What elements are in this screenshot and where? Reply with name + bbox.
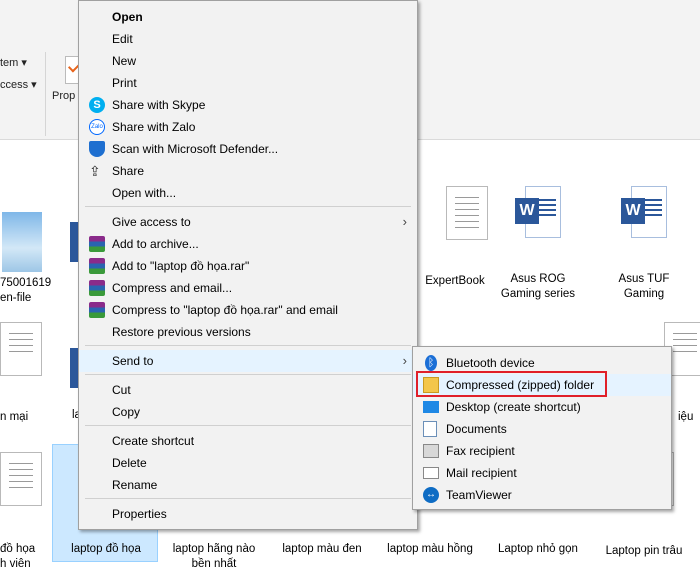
winrar-icon [89, 302, 105, 318]
file-name: Asus ROG [510, 273, 566, 285]
winrar-icon [89, 280, 105, 296]
highlight-annotation-box [416, 371, 607, 397]
menu-item-new[interactable]: New [79, 50, 417, 72]
submenu-arrow-icon: › [402, 214, 407, 229]
file-name: 75001619 [0, 277, 52, 289]
sendto-desktop[interactable]: Desktop (create shortcut) [413, 396, 671, 418]
menu-item-share-zalo[interactable]: Zalo Share with Zalo [79, 116, 417, 138]
image-thumbnail [2, 212, 42, 272]
file-name: iệu [678, 411, 694, 423]
menu-separator [85, 345, 411, 346]
mail-icon [423, 467, 439, 479]
file-item[interactable]: n mại [0, 322, 74, 425]
file-name: laptop đồ họa [71, 543, 141, 555]
menu-item-edit[interactable]: Edit [79, 28, 417, 50]
menu-separator [85, 374, 411, 375]
file-name-line2: Gaming [623, 288, 665, 300]
menu-item-scan-defender[interactable]: Scan with Microsoft Defender... [79, 138, 417, 160]
winrar-icon [89, 236, 105, 252]
document-icon [0, 322, 42, 376]
menu-item-rename[interactable]: Rename [79, 474, 417, 496]
menu-item-delete[interactable]: Delete [79, 452, 417, 474]
file-name: laptop hãng nào [172, 543, 256, 555]
file-name-line2: bền nhất [191, 558, 237, 570]
menu-item-add-archive[interactable]: Add to archive... [79, 233, 417, 255]
ribbon-item-partial[interactable]: tem ▾ [0, 56, 27, 69]
file-name: n mại [0, 411, 29, 423]
sendto-mail[interactable]: Mail recipient [413, 462, 671, 484]
file-name: Laptop pin trâu [605, 545, 683, 557]
file-item[interactable]: W Asus TUF Gaming [592, 186, 696, 302]
word-doc-icon: W [621, 186, 667, 238]
desktop-icon [423, 401, 439, 413]
menu-separator [85, 425, 411, 426]
defender-shield-icon [89, 141, 105, 157]
menu-separator [85, 498, 411, 499]
menu-item-print[interactable]: Print [79, 72, 417, 94]
teamviewer-icon: ↔ [423, 487, 439, 503]
fax-icon [423, 444, 439, 458]
menu-item-give-access[interactable]: Give access to › [79, 211, 417, 233]
menu-separator [85, 206, 411, 207]
bluetooth-icon: ᛒ [425, 355, 437, 371]
menu-item-open-with[interactable]: Open with... [79, 182, 417, 204]
menu-item-copy[interactable]: Copy [79, 401, 417, 423]
menu-item-properties[interactable]: Properties [79, 503, 417, 525]
file-name-line2: en-file [0, 292, 32, 304]
sendto-fax[interactable]: Fax recipient [413, 440, 671, 462]
menu-item-compress-email[interactable]: Compress and email... [79, 277, 417, 299]
share-icon: ⇪ [89, 163, 101, 179]
context-menu: Open Edit New Print S Share with Skype Z… [78, 0, 418, 530]
ribbon-access-partial[interactable]: ccess ▾ [0, 78, 37, 91]
menu-item-compress-rar-email[interactable]: Compress to "laptop đồ họa.rar" and emai… [79, 299, 417, 321]
menu-item-create-shortcut[interactable]: Create shortcut [79, 430, 417, 452]
menu-item-restore-versions[interactable]: Restore previous versions [79, 321, 417, 343]
menu-item-add-rar[interactable]: Add to "laptop đồ họa.rar" [79, 255, 417, 277]
sendto-teamviewer[interactable]: ↔ TeamViewer [413, 484, 671, 506]
document-icon [446, 186, 488, 240]
file-name: Asus TUF [618, 273, 670, 285]
winrar-icon [89, 258, 105, 274]
ribbon-divider [45, 52, 46, 136]
file-name: laptop màu đen [282, 543, 362, 555]
zalo-icon: Zalo [89, 119, 105, 135]
menu-item-share[interactable]: ⇪ Share [79, 160, 417, 182]
word-doc-icon: W [515, 186, 561, 238]
file-name: Laptop nhỏ gọn [498, 543, 578, 555]
sendto-documents[interactable]: Documents [413, 418, 671, 440]
file-name: laptop màu hồng [387, 543, 473, 555]
menu-item-share-skype[interactable]: S Share with Skype [79, 94, 417, 116]
file-name-line2: Gaming series [500, 288, 576, 300]
document-icon [0, 452, 42, 506]
documents-icon [423, 421, 437, 437]
skype-icon: S [89, 97, 105, 113]
menu-item-cut[interactable]: Cut [79, 379, 417, 401]
menu-item-send-to[interactable]: Send to › [79, 350, 417, 372]
submenu-arrow-icon: › [402, 353, 407, 368]
menu-item-open[interactable]: Open [79, 6, 417, 28]
file-item[interactable]: W Asus ROG Gaming series [486, 186, 590, 302]
ribbon-properties-partial[interactable]: Prop [52, 90, 75, 102]
